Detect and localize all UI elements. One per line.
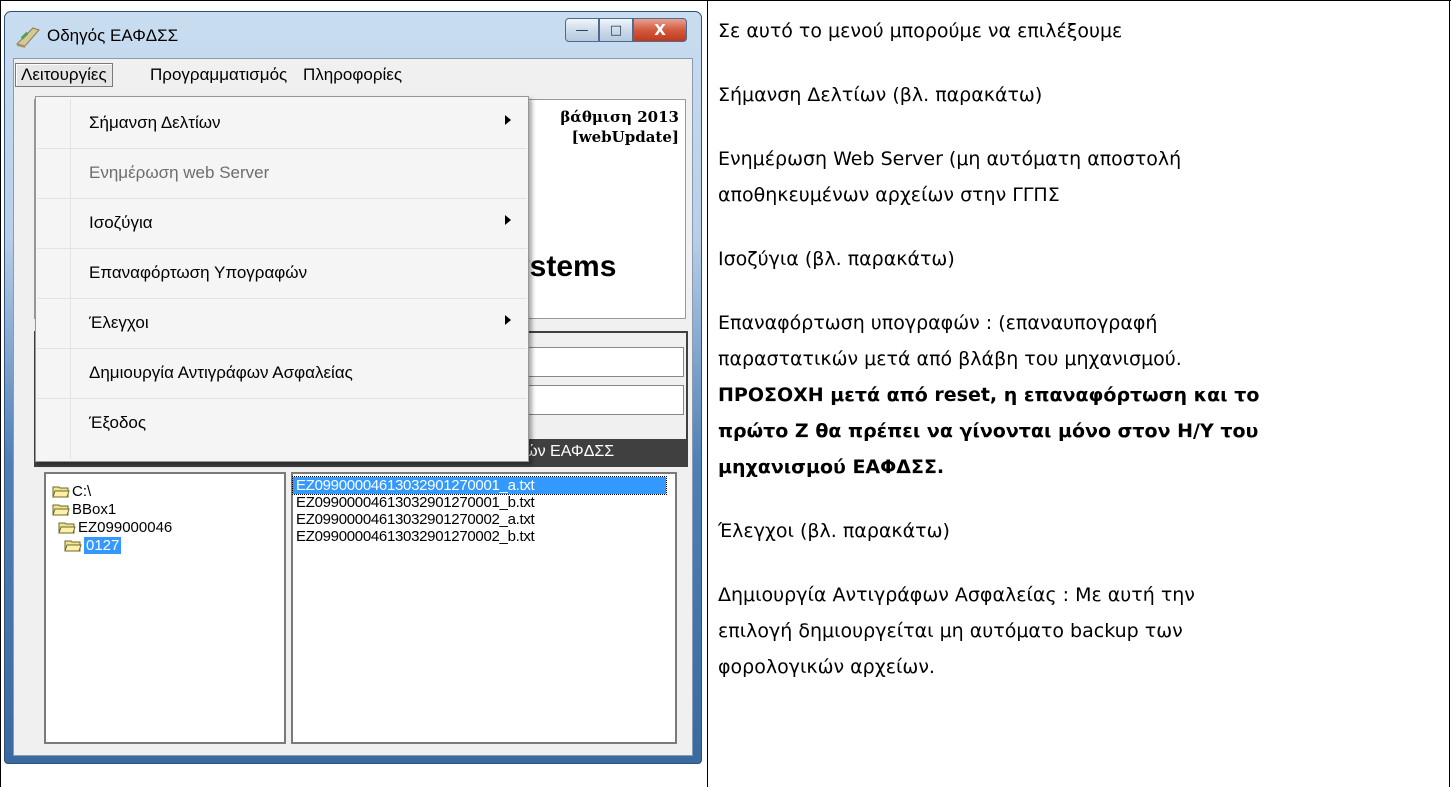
desc-web-server-line2: αποθηκευμένων αρχείων στην ΓΓΠΣ: [718, 184, 1060, 206]
minimize-icon: —: [575, 22, 589, 38]
table-border-right: [1449, 0, 1450, 787]
menu-item-label: Σήμανση Δελτίων: [89, 113, 221, 132]
folder-open-icon: [64, 540, 82, 551]
submenu-arrow-icon: [505, 215, 511, 225]
maximize-button[interactable]: □: [599, 18, 633, 42]
app-window: Οδηγός ΕΑΦΔΣΣ — □ X Λειτουργίες Προγραμμ…: [4, 11, 702, 764]
tree-item-label: C:\: [72, 482, 92, 500]
intro-text: Σε αυτό το μενού μπορούμε να επιλέξουμε: [718, 20, 1123, 42]
table-border-left: [0, 0, 1, 787]
functions-dropdown-menu: Σήμανση Δελτίων Ενημέρωση web Server Ισο…: [35, 96, 529, 462]
close-icon: X: [654, 21, 666, 39]
file-item[interactable]: EZ09900004613032901270002_a.txt: [293, 511, 675, 528]
menu-item-label: Επαναφόρτωση Υπογραφών: [89, 263, 308, 282]
menu-item-create-backups[interactable]: Δημιουργία Αντιγράφων Ασφαλείας: [37, 349, 527, 399]
menu-item-reload-signatures[interactable]: Επαναφόρτωση Υπογραφών: [37, 249, 527, 299]
menu-item-label: Ενημέρωση web Server: [89, 163, 270, 182]
file-item[interactable]: EZ09900004613032901270001_a.txt: [292, 476, 667, 495]
update-mode-text: [webUpdate]: [571, 128, 679, 146]
folder-open-icon: [52, 504, 70, 515]
desc-web-server-line1: Ενημέρωση Web Server (μη αυτόματη αποστο…: [718, 148, 1182, 170]
submenu-arrow-icon: [505, 115, 511, 125]
desc-balances: Ισοζύγια (βλ. παρακάτω): [718, 248, 955, 270]
tree-item-c-drive[interactable]: C:\: [52, 482, 91, 500]
tree-item-label: BBox1: [72, 500, 117, 518]
text-field-2[interactable]: [506, 385, 684, 415]
folder-open-icon: [52, 486, 70, 497]
minimize-button[interactable]: —: [565, 18, 599, 42]
tree-item-label: EZ099000046: [78, 518, 173, 536]
files-header-label: ρών ΕΑΦΔΣΣ: [516, 443, 615, 460]
desc-warning-line3: μηχανισμού ΕΑΦΔΣΣ.: [718, 456, 945, 478]
menu-item-mark-receipts[interactable]: Σήμανση Δελτίων: [37, 99, 527, 149]
menu-item-exit[interactable]: Έξοδος: [37, 399, 527, 449]
desc-reload-line2: παραστατικών μετά από βλάβη του μηχανισμ…: [718, 348, 1182, 370]
desc-backups-line1: Δημιουργία Αντιγράφων Ασφαλείας : Με αυτ…: [718, 584, 1195, 606]
tree-item-ez099000046[interactable]: EZ099000046: [58, 518, 172, 536]
file-item[interactable]: EZ09900004613032901270002_b.txt: [293, 528, 675, 545]
table-border-top: [0, 0, 1451, 1]
menu-item-label: Ισοζύγια: [89, 213, 153, 232]
tree-item-label: 0127: [84, 536, 122, 554]
menu-info[interactable]: Πληροφορίες: [298, 64, 407, 86]
title-bar[interactable]: Οδηγός ΕΑΦΔΣΣ — □ X: [5, 12, 701, 58]
close-button[interactable]: X: [633, 18, 687, 42]
menu-item-checks[interactable]: Έλεγχοι: [37, 299, 527, 349]
app-icon: [16, 27, 40, 48]
table-border-middle: [707, 0, 708, 787]
desc-backups-line3: φορολογικών αρχείων.: [718, 656, 935, 678]
tree-item-0127[interactable]: 0127: [64, 536, 122, 554]
menu-item-balances[interactable]: Ισοζύγια: [37, 199, 527, 249]
desc-warning-line1: ΠΡΟΣΟΧΗ μετά από reset, η επαναφόρτωση κ…: [718, 384, 1260, 406]
file-item[interactable]: EZ09900004613032901270001_b.txt: [293, 494, 675, 511]
desc-mark-receipts: Σήμανση Δελτίων (βλ. παρακάτω): [718, 84, 1043, 106]
desc-reload-line1: Επαναφόρτωση υπογραφών : (επαναυπογραφή: [718, 312, 1158, 334]
maximize-icon: □: [609, 22, 623, 38]
version-text: βάθμιση 2013: [560, 108, 679, 126]
window-title: Οδηγός ΕΑΦΔΣΣ: [47, 26, 179, 45]
caption-buttons: — □ X: [565, 18, 687, 42]
folder-tree[interactable]: C:\ BBox1 EZ099000046 0127: [44, 472, 286, 744]
submenu-arrow-icon: [505, 315, 511, 325]
text-field-1[interactable]: [506, 347, 684, 377]
menu-bar: Λειτουργίες Προγραμματισμός Πληροφορίες: [14, 59, 692, 89]
menu-item-label: Έλεγχοι: [89, 313, 149, 332]
file-list[interactable]: EZ09900004613032901270001_a.txt EZ099000…: [291, 472, 677, 744]
tree-item-bbox1[interactable]: BBox1: [52, 500, 116, 518]
desc-warning-line2: πρώτο Ζ θα πρέπει να γίνονται μόνο στον …: [718, 420, 1259, 442]
desc-backups-line2: επιλογή δημιουργείται μη αυτόματο backup…: [718, 620, 1183, 642]
menu-item-web-server-update: Ενημέρωση web Server: [37, 149, 527, 199]
menu-item-label: Έξοδος: [89, 413, 147, 432]
menu-functions[interactable]: Λειτουργίες: [15, 63, 113, 87]
menu-item-label: Δημιουργία Αντιγράφων Ασφαλείας: [89, 363, 353, 382]
folder-open-icon: [58, 522, 76, 533]
desc-checks: Έλεγχοι (βλ. παρακάτω): [718, 520, 950, 542]
menu-scheduling[interactable]: Προγραμματισμός: [145, 64, 292, 86]
